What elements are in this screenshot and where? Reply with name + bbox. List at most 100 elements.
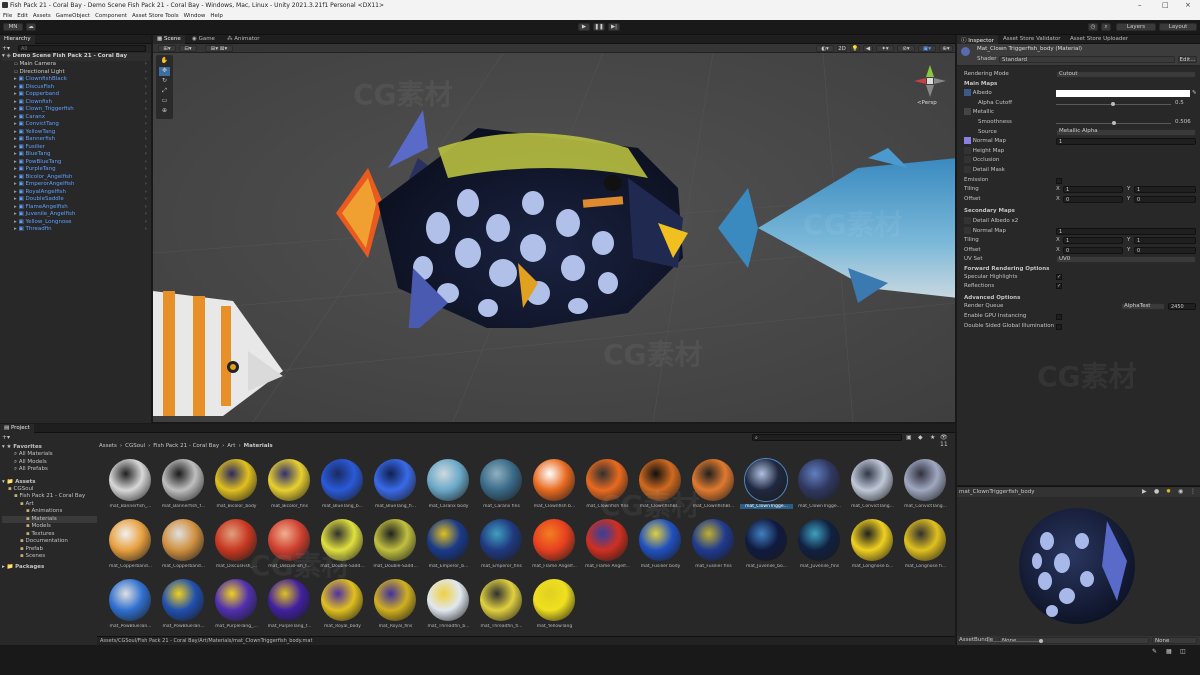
packages-header[interactable]: ▸ 📁 Packages	[2, 563, 97, 571]
tab-asset-store-validator[interactable]: Asset Store Validator	[999, 35, 1064, 44]
metallic-texture-slot[interactable]	[964, 108, 971, 116]
2d-toggle[interactable]: 2D	[837, 45, 847, 52]
tab-asset-store-uploader[interactable]: Asset Store Uploader	[1066, 35, 1132, 44]
uv-set-dropdown[interactable]: UV0	[1056, 256, 1196, 264]
material-item[interactable]: mat_Flame Angelf...	[528, 517, 581, 577]
hierarchy-item[interactable]: ▸ ▣ Clownfish ›	[0, 99, 151, 107]
folder-item[interactable]: ▪ Materials	[2, 515, 97, 523]
copperband-model[interactable]	[153, 291, 293, 421]
double-sided-gi-checkbox[interactable]	[1056, 323, 1062, 330]
account-button[interactable]: MN	[3, 23, 23, 31]
rect-tool-icon[interactable]: ▭	[159, 97, 170, 106]
preview-menu-icon[interactable]: ⋮	[1190, 488, 1196, 495]
chevron-right-icon[interactable]: ›	[145, 226, 147, 234]
material-item[interactable]: mat_PowBlueTan...	[157, 577, 210, 637]
chevron-right-icon[interactable]: ›	[145, 204, 147, 212]
smoothness-value[interactable]: 0.506	[1175, 118, 1191, 128]
progress-icon[interactable]: ▦	[1166, 648, 1172, 655]
chevron-right-icon[interactable]: ›	[145, 106, 147, 114]
hierarchy-item[interactable]: ▸ ▣ Bicolor_Angelfish ›	[0, 174, 151, 182]
hierarchy-item[interactable]: ▸ ▣ DiscusFish ›	[0, 84, 151, 92]
material-item[interactable]: mat_ConvictTang...	[846, 457, 899, 517]
folder-item[interactable]: ▪ Textures	[2, 531, 97, 539]
chevron-right-icon[interactable]: ›	[145, 129, 147, 137]
material-item[interactable]: mat_Royal_fins	[369, 577, 422, 637]
folder-item[interactable]: ▪ CGSoul	[2, 486, 97, 494]
chevron-right-icon[interactable]: ›	[145, 114, 147, 122]
offset2-x-input[interactable]: 0	[1063, 246, 1123, 254]
height-map-slot[interactable]	[964, 146, 971, 154]
albedo-texture-slot[interactable]	[964, 89, 971, 97]
tiling2-y-input[interactable]: 1	[1134, 237, 1196, 245]
offset2-y-input[interactable]: 0	[1134, 246, 1196, 254]
render-queue-input[interactable]: 2450	[1168, 302, 1196, 310]
material-item[interactable]: mat_Clownfish b...	[528, 457, 581, 517]
normal-map2-scale-input[interactable]: 1	[1056, 227, 1196, 235]
chevron-right-icon[interactable]: ›	[145, 219, 147, 227]
chevron-right-icon[interactable]: ›	[145, 136, 147, 144]
chevron-right-icon[interactable]: ›	[145, 69, 147, 77]
tab-animator[interactable]: ⁂ Animator	[223, 35, 264, 44]
favorites-item[interactable]: ⌕ All Prefabs	[2, 466, 97, 474]
menu-asset-store-tools[interactable]: Asset Store Tools	[132, 13, 179, 19]
menu-gameobject[interactable]: GameObject	[56, 13, 90, 19]
edit-shader-button[interactable]: Edit...	[1178, 56, 1197, 63]
effects-toggle[interactable]: ✦▾	[876, 45, 894, 52]
material-item[interactable]: mat_Bicolor_body	[210, 457, 263, 517]
material-item[interactable]: mat_Juvenile_fins	[793, 517, 846, 577]
grid-snap-button[interactable]: ⊞▾ ⊠▾	[205, 45, 233, 52]
tab-inspector[interactable]: ⓘ Inspector	[957, 35, 998, 44]
detail-mask-slot[interactable]	[964, 165, 971, 173]
move-tool-icon[interactable]: ✥	[159, 67, 170, 76]
tab-game[interactable]: ◉ Game	[188, 35, 219, 44]
rotate-tool-icon[interactable]: ↻	[159, 77, 170, 86]
hierarchy-add-button[interactable]: +▾	[2, 45, 10, 52]
normal-map-texture-slot[interactable]	[964, 137, 971, 145]
folder-item[interactable]: ▪ Art	[2, 501, 97, 509]
material-item[interactable]: mat_Royal_body	[316, 577, 369, 637]
material-item[interactable]: mat_Bannerfish_...	[104, 457, 157, 517]
material-item[interactable]: mat_YellowTang	[528, 577, 581, 637]
gpu-instancing-checkbox[interactable]	[1056, 313, 1062, 320]
material-item[interactable]: mat_Threadfin_fi...	[475, 577, 528, 637]
material-item[interactable]: mat_ClownTrigge...	[740, 457, 793, 517]
expand-arrow-icon[interactable]: ▾	[2, 53, 5, 59]
detail-albedo-slot[interactable]	[964, 216, 971, 224]
hierarchy-item[interactable]: ▸ ▣ ClownfishBlack ›	[0, 76, 151, 84]
layers-dropdown[interactable]: Layers	[1116, 23, 1156, 31]
scene-view[interactable]: ✋ ✥ ↻ ⤢ ▭ ⊕ <Persp CG素材 CG素材 CG素材	[153, 53, 955, 422]
hierarchy-search-input[interactable]: All	[18, 45, 146, 52]
transform-tool-icon[interactable]: ⊕	[159, 107, 170, 116]
chevron-right-icon[interactable]: ›	[145, 84, 147, 92]
menu-assets[interactable]: Assets	[33, 13, 51, 19]
breadcrumb-materials[interactable]: Materials	[244, 443, 273, 451]
draw-mode-button[interactable]: ◐▾	[816, 45, 834, 52]
chevron-right-icon[interactable]: ›	[145, 196, 147, 204]
material-item[interactable]: mat_Copperband...	[157, 517, 210, 577]
material-item[interactable]: mat_Bannerfish_f...	[157, 457, 210, 517]
chevron-right-icon[interactable]: ›	[145, 76, 147, 84]
material-item[interactable]: mat_Caranx fins	[475, 457, 528, 517]
camera-button[interactable]: ▣▾	[918, 45, 936, 52]
chevron-right-icon[interactable]: ›	[145, 151, 147, 159]
reflections-checkbox[interactable]: ✓	[1056, 282, 1062, 289]
breadcrumb-art[interactable]: Art	[227, 443, 235, 451]
tab-hierarchy[interactable]: Hierarchy	[0, 35, 35, 44]
material-item[interactable]: mat_Longnose b...	[846, 517, 899, 577]
render-queue-dropdown[interactable]: AlphaTest	[1121, 303, 1165, 310]
tab-project[interactable]: ▤ Project	[0, 424, 34, 433]
hierarchy-item[interactable]: ▸ ▣ RoyalAngelfish ›	[0, 189, 151, 197]
preview-bg-icon[interactable]: ◉	[1178, 488, 1183, 495]
occlusion-slot[interactable]	[964, 156, 971, 164]
folder-item[interactable]: ▪ Models	[2, 523, 97, 531]
hierarchy-item[interactable]: ▸ ▣ Caranx ›	[0, 114, 151, 122]
eyedropper-icon[interactable]: ✎	[1192, 89, 1197, 99]
hierarchy-item[interactable]: ▫ Directional Light ›	[0, 69, 151, 77]
assetbundle-variant-dropdown[interactable]: None	[1152, 637, 1197, 644]
folder-item[interactable]: ▪ Fish Pack 21 - Coral Bay	[2, 493, 97, 501]
tab-scene[interactable]: ▦ Scene	[153, 35, 185, 44]
tiling2-x-input[interactable]: 1	[1063, 237, 1123, 245]
material-item[interactable]: mat_Copperband...	[104, 517, 157, 577]
hierarchy-item[interactable]: ▸ ▣ Copperband ›	[0, 91, 151, 99]
maximize-icon[interactable]: □	[1162, 1, 1169, 9]
